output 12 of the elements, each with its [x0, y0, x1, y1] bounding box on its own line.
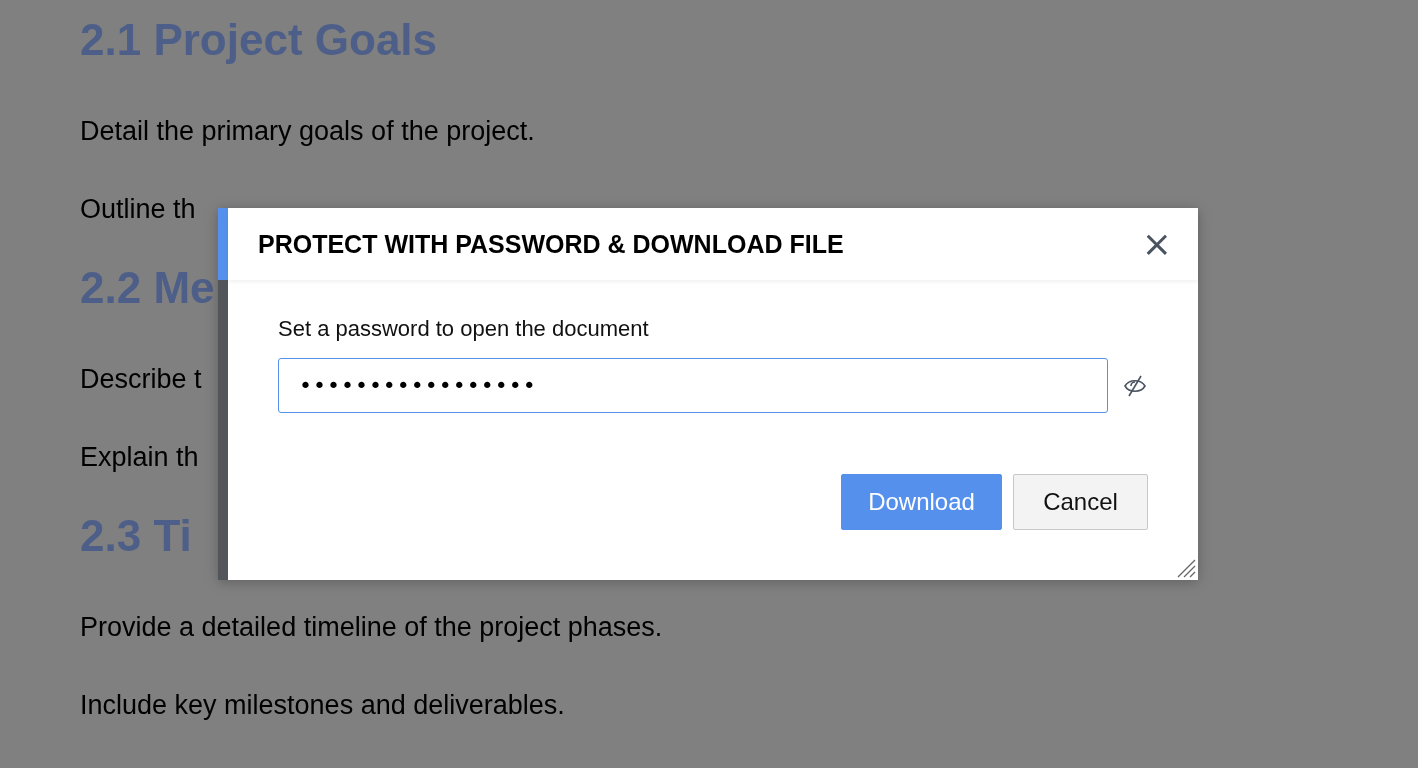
paragraph: Include key milestones and deliverables.: [80, 689, 565, 722]
field-label: Set a password to open the document: [278, 316, 650, 342]
cancel-button[interactable]: Cancel: [1013, 474, 1148, 530]
close-button[interactable]: ×: [1135, 226, 1178, 262]
password-field[interactable]: •••••••••••••••••: [278, 358, 1108, 413]
dialog-title: PROTECT WITH PASSWORD & DOWNLOAD FILE: [258, 229, 844, 259]
paragraph: Provide a detailed timeline of the project phases.: [80, 611, 663, 644]
paragraph: Outline th: [80, 193, 196, 226]
accent-bar: [218, 208, 228, 280]
paragraph: Detail the primary goals of the project.: [80, 115, 535, 148]
paragraph: Explain th: [80, 441, 199, 474]
paragraph: Describe t: [80, 363, 202, 396]
